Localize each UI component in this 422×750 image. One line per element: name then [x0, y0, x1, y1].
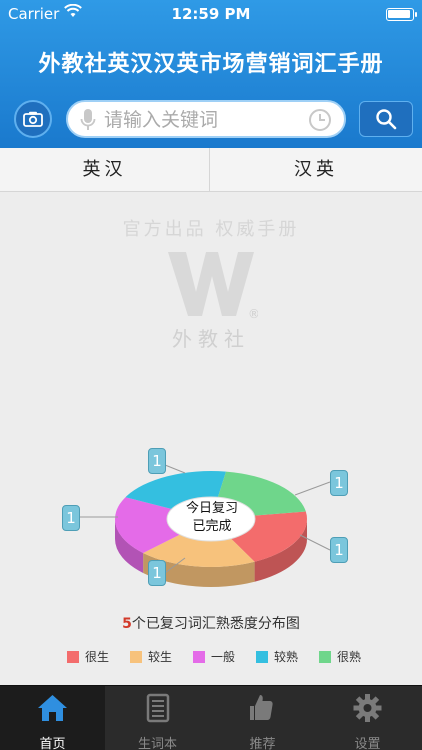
tab-home-label: 首页 — [39, 737, 66, 750]
slice-count-badge: 1 — [62, 505, 80, 531]
slice-count-badge: 1 — [148, 448, 166, 474]
legend-label: 较熟 — [274, 650, 299, 664]
thumbs-up-icon — [250, 695, 273, 720]
tab-chinese-english[interactable]: 汉英 — [210, 148, 422, 192]
status-bar: Carrier 12:59 PM — [0, 0, 422, 28]
legend-item: 一般 — [193, 648, 235, 666]
app-header: Carrier 12:59 PM 外教社英汉汉英市场营销词汇手册 — [0, 0, 422, 148]
gear-icon — [353, 694, 382, 722]
search-button[interactable] — [359, 101, 413, 137]
publisher-name: 外教社 — [172, 327, 250, 351]
tab-recommend[interactable]: 推荐 — [210, 686, 315, 750]
review-count: 5 — [122, 616, 132, 632]
caption-text: 个已复习词汇熟悉度分布图 — [131, 616, 300, 632]
tab-recommend-label: 推荐 — [249, 737, 276, 750]
bottom-tab-bar: 首页 生词本 推荐 设置 — [0, 685, 422, 750]
legend-item: 很熟 — [319, 648, 361, 666]
legend-swatch — [67, 651, 79, 663]
tab-english-chinese[interactable]: 英汉 — [0, 148, 210, 192]
tab-settings[interactable]: 设置 — [315, 686, 422, 750]
search-input[interactable] — [104, 106, 304, 134]
tab-vocabulary-book[interactable]: 生词本 — [105, 686, 210, 750]
slogan: 官方出品 权威手册 — [122, 219, 300, 240]
legend-label: 一般 — [211, 650, 236, 664]
legend-swatch — [193, 651, 205, 663]
notebook-icon — [146, 693, 170, 723]
legend-swatch — [130, 651, 142, 663]
search-icon — [376, 109, 397, 130]
pie-center-label: 今日复习 已完成 — [170, 500, 254, 540]
dictionary-tabs: 英汉 汉英 — [0, 148, 422, 192]
slice-count-badge: 1 — [330, 470, 348, 496]
leader-line — [294, 481, 331, 496]
registered-mark: ® — [248, 307, 258, 321]
legend-label: 较生 — [148, 650, 173, 664]
legend-label: 很生 — [85, 650, 110, 664]
leader-line — [164, 464, 186, 474]
center-label-line2: 已完成 — [192, 519, 232, 534]
camera-icon — [23, 111, 43, 127]
legend-item: 较生 — [130, 648, 172, 666]
legend-item: 较熟 — [256, 648, 298, 666]
home-icon — [38, 695, 67, 721]
status-time: 12:59 PM — [171, 5, 251, 23]
legend-label: 很熟 — [337, 650, 362, 664]
tab-home[interactable]: 首页 — [0, 686, 105, 750]
center-label-line1: 今日复习 — [185, 501, 238, 516]
search-box[interactable] — [66, 100, 346, 138]
chart-caption: 5个已复习词汇熟悉度分布图 — [0, 613, 422, 633]
legend-swatch — [319, 651, 331, 663]
history-clock-icon[interactable] — [308, 108, 332, 136]
slice-count-badge: 1 — [330, 537, 348, 563]
page-title: 外教社英汉汉英市场营销词汇手册 — [38, 52, 384, 77]
battery-icon — [386, 8, 417, 21]
tab-vocabulary-label: 生词本 — [137, 737, 177, 750]
microphone-icon[interactable] — [80, 108, 96, 136]
camera-button[interactable] — [14, 100, 52, 138]
tab-settings-label: 设置 — [354, 737, 381, 750]
publisher-logo: ® — [164, 246, 260, 326]
legend-item: 很生 — [67, 648, 109, 666]
legend-swatch — [256, 651, 268, 663]
slice-count-badge: 1 — [148, 560, 166, 586]
